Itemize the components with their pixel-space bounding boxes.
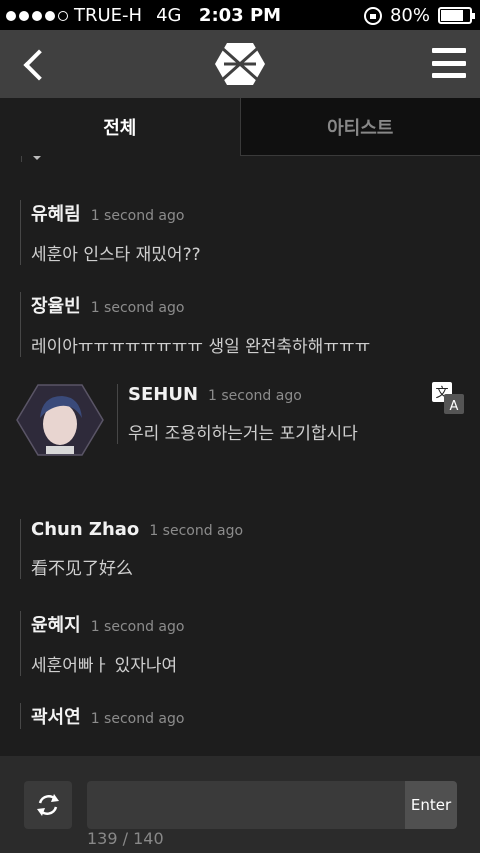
character-count: 139 / 140 xyxy=(87,829,164,848)
username: 유혜림 xyxy=(31,204,81,225)
timestamp: 1 second ago xyxy=(90,300,185,316)
username: 윤혜지 xyxy=(31,615,81,636)
username: SEHUN xyxy=(128,384,199,405)
username: 곽서연 xyxy=(31,707,81,728)
username: Chun Zhao xyxy=(31,519,140,540)
exo-logo xyxy=(215,43,265,85)
timestamp: 1 second ago xyxy=(208,388,302,404)
list-item: Chun Zhao 1 second ago 看不见了好么 xyxy=(20,519,243,579)
message-text: 세훈아 인스타 재밌어?? xyxy=(31,245,201,265)
hamburger-menu-button[interactable] xyxy=(432,48,466,78)
username: 장율빈 xyxy=(31,296,81,317)
rotation-lock-icon xyxy=(363,6,382,25)
message-text: 우리 조용히하는거는 포기합시다 xyxy=(128,424,358,444)
comment-feed[interactable]: 유혜림 1 second ago 세훈아 인스타 재밌어?? 장율빈 1 sec… xyxy=(0,156,480,756)
comment-input-bar: Enter 139 / 140 xyxy=(0,756,480,853)
translate-icon[interactable]: 文 A xyxy=(432,382,464,414)
tab-artist[interactable]: 아티스트 xyxy=(240,98,480,156)
avatar[interactable] xyxy=(16,384,104,456)
status-bar: TRUE-H 4G 2:03 PM 80% xyxy=(0,0,480,30)
battery-icon xyxy=(438,7,475,24)
timestamp: 1 second ago xyxy=(90,619,185,635)
message-text: 세훈어빠ㅏ 있자나여 xyxy=(31,656,178,676)
timestamp: 1 second ago xyxy=(90,208,185,224)
message-text: 看不见了好么 xyxy=(31,559,133,579)
battery-percent: 80% xyxy=(389,5,430,26)
timestamp: 1 second ago xyxy=(149,523,244,539)
caret-down-icon xyxy=(32,156,42,160)
refresh-icon xyxy=(37,794,59,816)
svg-text:A: A xyxy=(450,399,459,414)
timestamp: 1 second ago xyxy=(90,711,185,727)
back-button[interactable] xyxy=(14,42,58,86)
list-item: 곽서연 1 second ago xyxy=(20,703,184,729)
tab-bar: 전체 아티스트 xyxy=(0,98,480,156)
list-item: 장율빈 1 second ago 레이아ㅠㅠㅠㅠㅠㅠㅠㅠ 생일 완전축하해ㅠㅠㅠ xyxy=(20,292,370,357)
app-header xyxy=(0,30,480,98)
list-item: 윤혜지 1 second ago 세훈어빠ㅏ 있자나여 xyxy=(20,611,184,676)
list-item: 유혜림 1 second ago 세훈아 인스타 재밌어?? xyxy=(20,200,201,265)
artist-message: SEHUN 1 second ago 우리 조용히하는거는 포기합시다 xyxy=(117,384,358,444)
message-text: 레이아ㅠㅠㅠㅠㅠㅠㅠㅠ 생일 완전축하해ㅠㅠㅠ xyxy=(31,337,371,357)
refresh-button[interactable] xyxy=(24,781,72,829)
tab-all[interactable]: 전체 xyxy=(0,98,241,156)
comment-input[interactable] xyxy=(87,781,405,829)
enter-button[interactable]: Enter xyxy=(405,781,457,829)
